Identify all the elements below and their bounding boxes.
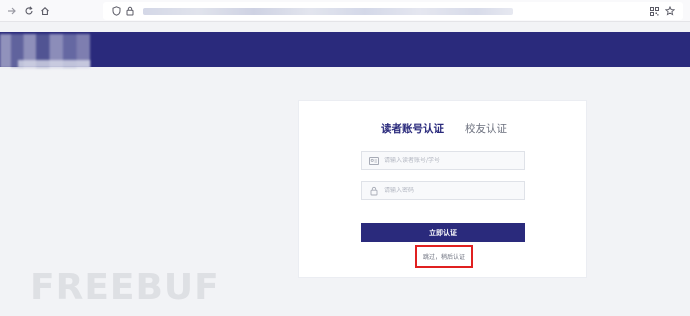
watermark-text: FREEBUF (30, 267, 220, 308)
star-icon[interactable] (663, 3, 677, 19)
skip-verify-link[interactable]: 跳过，稍后认证 (423, 252, 465, 261)
skip-highlight-box: 跳过，稍后认证 (415, 245, 473, 268)
shield-icon[interactable] (109, 3, 123, 19)
site-header (0, 32, 690, 67)
qr-code-icon[interactable] (647, 3, 661, 19)
browser-toolbar (0, 0, 690, 22)
lock-icon[interactable] (123, 3, 137, 19)
password-field[interactable] (361, 181, 525, 200)
home-icon[interactable] (37, 3, 53, 19)
account-field[interactable] (361, 151, 525, 170)
lock-icon (367, 186, 381, 196)
verify-now-button[interactable]: 立即认证 (361, 223, 525, 242)
tab-alumni[interactable]: 校友认证 (465, 121, 507, 137)
freebuf-watermark: FREEBUF (30, 268, 220, 308)
reload-icon[interactable] (21, 3, 37, 19)
password-input[interactable] (384, 187, 514, 194)
tab-reader-account[interactable]: 读者账号认证 (381, 121, 444, 137)
auth-tabs: 读者账号认证 校友认证 (299, 121, 586, 137)
site-logo-redacted-subline (18, 60, 90, 68)
login-card: 读者账号认证 校友认证 立即认证 跳过，稍后认证 (298, 100, 587, 278)
url-text-redacted (143, 8, 513, 15)
address-bar[interactable] (103, 2, 683, 20)
forward-icon[interactable] (4, 3, 20, 19)
account-input[interactable] (384, 157, 514, 164)
id-card-icon (367, 156, 381, 166)
